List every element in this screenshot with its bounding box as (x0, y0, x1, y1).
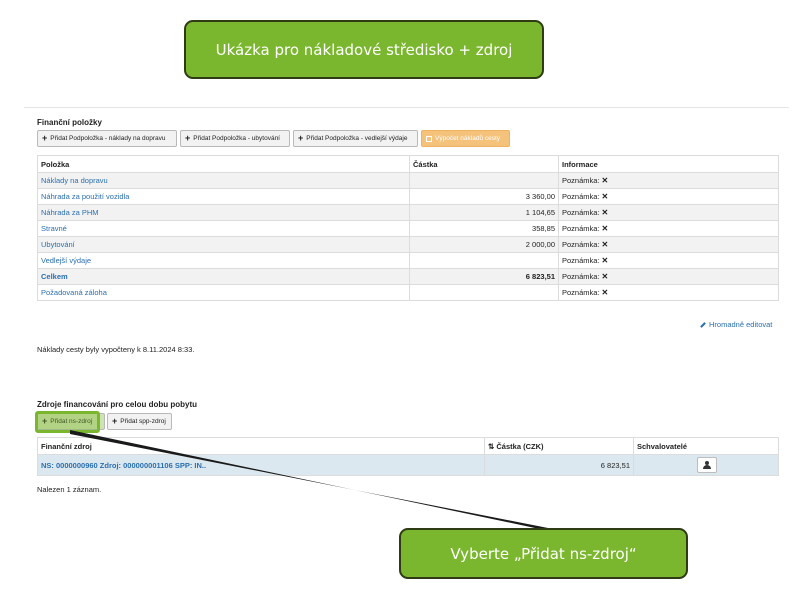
column-header: Finanční zdroj (37, 437, 485, 455)
column-header: Informace (558, 155, 779, 173)
item-link[interactable]: Celkem (37, 268, 410, 285)
plus-icon: + (185, 133, 191, 143)
item-amount: 3 360,00 (409, 188, 559, 205)
close-icon[interactable]: ✕ (602, 224, 609, 233)
item-info: Poznámka: ✕ (558, 284, 779, 301)
item-info: Poznámka: ✕ (558, 172, 779, 189)
table-row: Ubytování 2 000,00 Poznámka: ✕ (37, 236, 779, 253)
item-info: Poznámka: ✕ (558, 252, 779, 269)
item-link[interactable]: Náhrada za použití vozidla (37, 188, 410, 205)
item-info: Poznámka: ✕ (558, 188, 779, 205)
close-icon[interactable]: ✕ (602, 208, 609, 217)
close-icon[interactable]: ✕ (602, 192, 609, 201)
funding-source-link[interactable]: NS: 0000000960 Zdroj: 000000001106 SPP: … (37, 454, 485, 476)
plus-icon: + (42, 133, 48, 143)
item-link[interactable]: Stravné (37, 220, 410, 237)
calculator-icon (426, 135, 432, 142)
item-link[interactable]: Požadovaná záloha (37, 284, 410, 301)
item-link[interactable]: Vedlejší výdaje (37, 252, 410, 269)
table-row: Vedlejší výdaje Poznámka: ✕ (37, 252, 779, 269)
approvers-cell (633, 454, 779, 476)
item-amount: 6 823,51 (409, 268, 559, 285)
instruction-callout-bottom: Vyberte „Přidat ns-zdroj“ (399, 528, 688, 579)
section-title-zdroje: Zdroje financování pro celou dobu pobytu (37, 400, 197, 409)
column-header: Položka (37, 155, 410, 173)
item-amount (409, 252, 559, 269)
close-icon[interactable]: ✕ (602, 176, 609, 185)
close-icon[interactable]: ✕ (602, 240, 609, 249)
add-subitem-accommodation-button[interactable]: + Přidat Podpoložka - ubytování (180, 130, 290, 147)
item-amount (409, 172, 559, 189)
table-row: Náhrada za PHM 1 104,65 Poznámka: ✕ (37, 204, 779, 221)
table-row: Celkem 6 823,51 Poznámka: ✕ (37, 268, 779, 285)
plus-icon: + (298, 133, 304, 143)
column-header: Částka (409, 155, 559, 173)
item-amount (409, 284, 559, 301)
calculate-costs-button[interactable]: Výpočet nákladů cesty (421, 130, 510, 147)
item-link[interactable]: Náklady na dopravu (37, 172, 410, 189)
instruction-callout-top: Ukázka pro nákladové středisko + zdroj (184, 20, 544, 79)
item-info: Poznámka: ✕ (558, 220, 779, 237)
add-spp-source-button[interactable]: + Přidat spp-zdroj (107, 413, 172, 430)
item-link[interactable]: Ubytování (37, 236, 410, 253)
highlight-add-ns-source (35, 411, 100, 433)
calc-note: Náklady cesty byly vypočteny k 8.11.2024… (37, 345, 195, 354)
funding-sources-table: Finanční zdroj ⇅ Částka (CZK) Schvalovat… (37, 437, 779, 476)
table-row: Požadovaná záloha Poznámka: ✕ (37, 284, 779, 301)
plus-icon: + (112, 416, 118, 426)
close-icon[interactable]: ✕ (602, 288, 609, 297)
financial-items-table: Položka Částka Informace Náklady na dopr… (37, 155, 779, 301)
table-header: Finanční zdroj ⇅ Částka (CZK) Schvalovat… (37, 437, 779, 455)
table-header: Položka Částka Informace (37, 155, 779, 173)
funding-amount: 6 823,51 (484, 454, 634, 476)
item-info: Poznámka: ✕ (558, 236, 779, 253)
item-amount: 358,85 (409, 220, 559, 237)
add-subitem-other-button[interactable]: + Přidat Podpoložka - vedlejší výdaje (293, 130, 418, 147)
item-amount: 2 000,00 (409, 236, 559, 253)
table-row[interactable]: NS: 0000000960 Zdroj: 000000001106 SPP: … (37, 454, 779, 476)
column-header-amount[interactable]: ⇅ Částka (CZK) (484, 437, 634, 455)
bulk-edit-link[interactable]: Hromadně editovat (700, 320, 772, 329)
table-row: Stravné 358,85 Poznámka: ✕ (37, 220, 779, 237)
close-icon[interactable]: ✕ (602, 256, 609, 265)
user-icon[interactable] (697, 457, 717, 473)
table-row: Náklady na dopravu Poznámka: ✕ (37, 172, 779, 189)
item-link[interactable]: Náhrada za PHM (37, 204, 410, 221)
add-subitem-transport-button[interactable]: + Přidat Podpoložka - náklady na dopravu (37, 130, 177, 147)
table-row: Náhrada za použití vozidla 3 360,00 Pozn… (37, 188, 779, 205)
main-panel: Finanční položky + Přidat Podpoložka - ná… (24, 107, 789, 494)
pencil-icon (700, 322, 706, 328)
record-count: Nalezen 1 záznam. (37, 485, 102, 494)
sort-icon[interactable]: ⇅ (488, 442, 494, 451)
item-info: Poznámka: ✕ (558, 204, 779, 221)
item-amount: 1 104,65 (409, 204, 559, 221)
section-title-financni-polozky: Finanční položky (37, 118, 102, 127)
column-header: Schvalovatelé (633, 437, 779, 455)
item-info: Poznámka: ✕ (558, 268, 779, 285)
close-icon[interactable]: ✕ (602, 272, 609, 281)
